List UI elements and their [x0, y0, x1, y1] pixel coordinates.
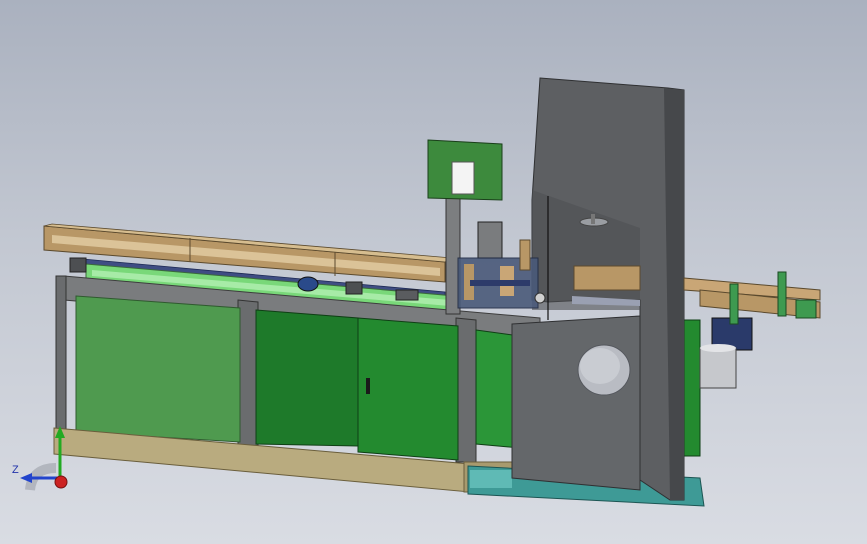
view-orientation-triad[interactable]: Z — [8, 420, 88, 500]
z-axis-origin — [54, 475, 68, 489]
saw-wheel[interactable] — [577, 344, 631, 396]
cabinet-door-middle[interactable] — [255, 309, 359, 447]
cabinet-door-right[interactable] — [357, 317, 459, 461]
cabinet-door-left[interactable] — [75, 295, 241, 443]
panel-display — [451, 161, 475, 195]
z-axis-label: Z — [12, 464, 19, 476]
door-handle[interactable] — [366, 378, 370, 394]
graphics-viewport[interactable]: Z — [0, 0, 867, 544]
cad-model-view[interactable] — [0, 0, 867, 544]
conveyor-drive-motor[interactable] — [297, 276, 319, 292]
